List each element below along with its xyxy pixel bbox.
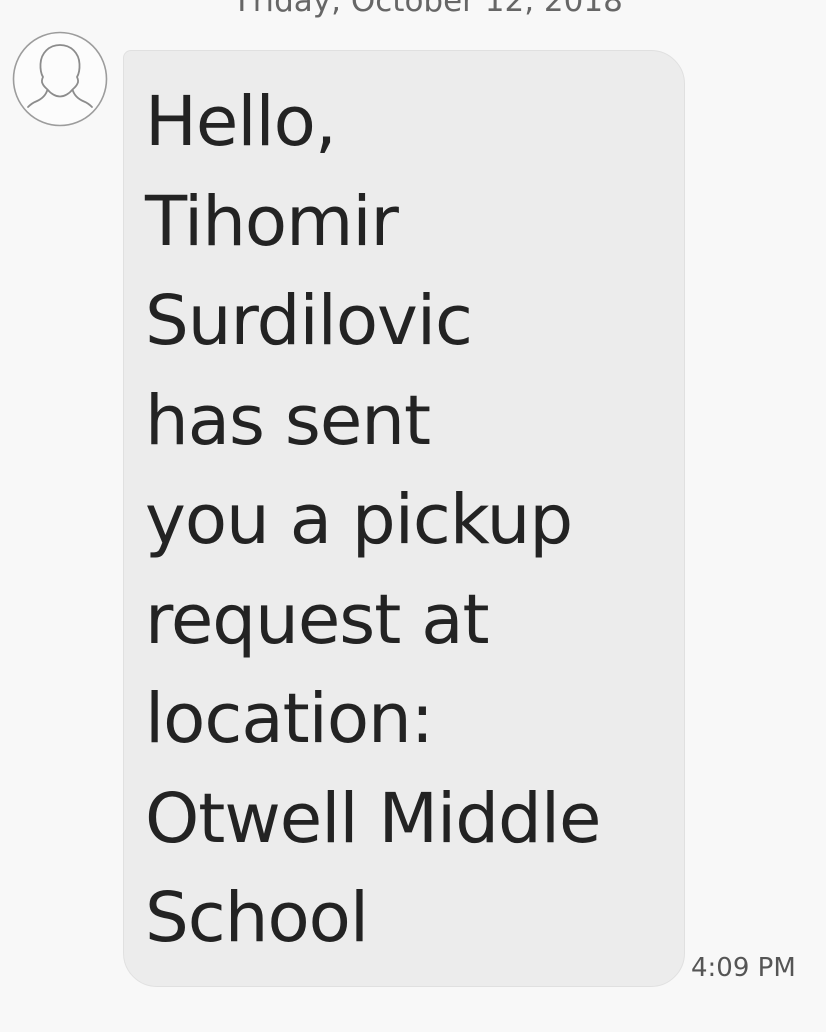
date-header: Friday, October 12, 2018 [237,0,623,19]
sender-avatar[interactable] [12,31,108,127]
message-bubble[interactable]: Hello, Tihomir Surdilovic has sent you a… [123,50,685,987]
message-timestamp: 4:09 PM [691,953,796,983]
message-text: Hello, Tihomir Surdilovic has sent you a… [145,82,601,958]
person-outline-icon [12,31,108,127]
